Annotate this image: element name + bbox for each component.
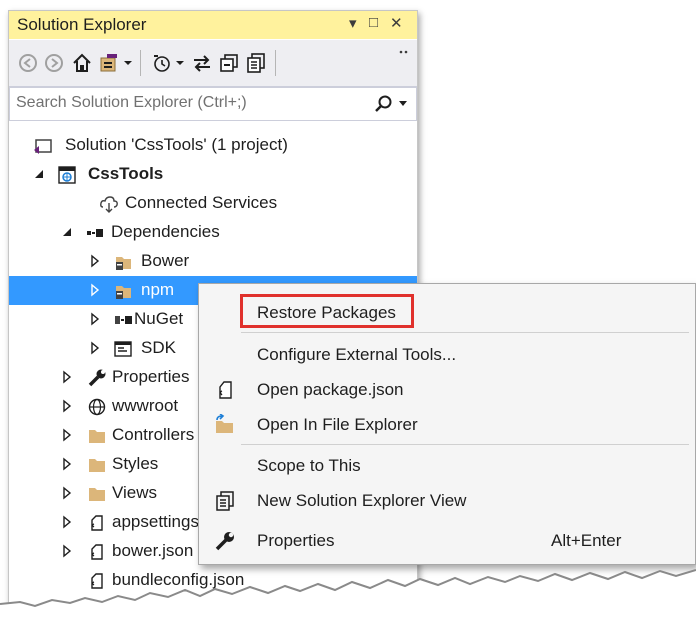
tree-item-project[interactable]: CssTools	[9, 160, 417, 189]
folder-package-icon	[116, 286, 131, 299]
collapsed-arrow-icon[interactable]	[61, 544, 73, 558]
tree-item-label: Views	[112, 483, 158, 502]
tree-item-label: npm	[141, 280, 175, 299]
tree-item-bower[interactable]: Bower	[9, 247, 417, 276]
menu-item-open-in-file-explorer[interactable]: Open In File Explorer	[200, 408, 694, 442]
title-bar: Solution Explorer ▾ □ ✕	[9, 11, 417, 39]
nuget-icon	[115, 316, 132, 324]
collapsed-arrow-icon[interactable]	[89, 341, 101, 355]
tree-item-solution[interactable]: Solution 'CssTools' (1 project)	[9, 131, 417, 160]
highlight-box	[240, 294, 414, 328]
chevron-down-icon[interactable]	[398, 100, 408, 108]
connected-services-icon	[100, 196, 118, 213]
folder-arrow-icon	[216, 414, 233, 433]
overflow-icon[interactable]	[397, 48, 411, 58]
collapsed-arrow-icon[interactable]	[61, 457, 73, 471]
tree-item-label: Properties	[112, 367, 190, 386]
toolbar	[9, 40, 417, 87]
pending-changes-filter-icon[interactable]	[151, 52, 173, 74]
menu-item-configure-external-tools[interactable]: Configure External Tools...	[200, 338, 694, 372]
menu-item-label: Open In File Explorer	[257, 415, 418, 434]
wrench-icon	[215, 532, 234, 551]
tree-item-label: bower.json	[112, 541, 194, 560]
folder-icon	[89, 488, 105, 501]
expanded-arrow-icon[interactable]	[61, 225, 73, 239]
expanded-arrow-icon[interactable]	[33, 167, 45, 181]
search-icon[interactable]	[374, 94, 394, 114]
menu-item-label: New Solution Explorer View	[257, 491, 467, 510]
json-file-icon	[91, 544, 103, 560]
collapsed-arrow-icon[interactable]	[89, 312, 101, 326]
collapsed-arrow-icon[interactable]	[61, 428, 73, 442]
solution-icon	[34, 139, 52, 154]
torn-edge-decoration	[0, 569, 696, 617]
tree-item-label: wwwroot	[112, 396, 179, 415]
tree-item-label: Controllers	[112, 425, 195, 444]
menu-item-label: Open package.json	[257, 380, 404, 399]
panel-title: Solution Explorer	[17, 15, 147, 34]
folder-icon	[89, 459, 105, 472]
collapsed-arrow-icon[interactable]	[89, 254, 101, 268]
toolbar-divider	[275, 50, 276, 76]
dropdown-icon[interactable]: ▾	[349, 14, 357, 32]
toolbar-divider	[140, 50, 141, 76]
tree-item-label: NuGet	[134, 309, 184, 328]
collapsed-arrow-icon[interactable]	[61, 370, 73, 384]
search-box	[9, 87, 417, 121]
sdk-icon	[114, 341, 132, 357]
collapse-all-icon[interactable]	[218, 52, 240, 74]
menu-item-new-solution-explorer-view[interactable]: New Solution Explorer View	[200, 484, 694, 518]
tree-item-label: Bower	[141, 251, 190, 270]
menu-item-properties[interactable]: Properties Alt+Enter	[200, 524, 694, 558]
show-all-files-icon[interactable]	[245, 52, 267, 74]
tree-item-label: Solution 'CssTools' (1 project)	[65, 135, 288, 154]
tree-item-label: Connected Services	[125, 193, 278, 212]
collapsed-arrow-icon[interactable]	[61, 515, 73, 529]
maximize-icon[interactable]: □	[369, 14, 378, 31]
forward-icon[interactable]	[43, 52, 65, 74]
menu-separator	[241, 444, 689, 445]
collapsed-arrow-icon[interactable]	[61, 399, 73, 413]
switch-views-icon[interactable]	[99, 52, 121, 74]
menu-item-open-package-json[interactable]: Open package.json	[200, 373, 694, 407]
collapsed-arrow-icon[interactable]	[61, 486, 73, 500]
tree-item-label: Styles	[112, 454, 159, 473]
menu-item-shortcut: Alt+Enter	[551, 531, 622, 550]
web-project-icon	[58, 166, 76, 184]
chevron-down-icon[interactable]	[174, 52, 186, 74]
context-menu: Restore Packages Configure External Tool…	[198, 283, 696, 565]
search-input[interactable]	[16, 92, 356, 114]
sync-with-document-icon[interactable]	[191, 52, 213, 74]
new-view-icon	[216, 491, 234, 511]
tree-item-label: Dependencies	[111, 222, 220, 241]
menu-separator	[241, 332, 689, 333]
tree-item-connected-services[interactable]: Connected Services	[9, 189, 417, 218]
folder-icon	[89, 430, 105, 443]
menu-item-scope-to-this[interactable]: Scope to This	[200, 449, 694, 483]
back-icon[interactable]	[17, 52, 39, 74]
chevron-down-icon[interactable]	[122, 52, 134, 74]
home-icon[interactable]	[71, 52, 93, 74]
dependencies-icon	[87, 229, 103, 237]
wrench-icon	[88, 369, 106, 387]
json-file-icon	[219, 381, 232, 399]
close-icon[interactable]: ✕	[390, 14, 403, 32]
menu-item-label: Configure External Tools...	[257, 345, 457, 364]
tree-item-label: CssTools	[88, 164, 164, 183]
globe-icon	[88, 398, 106, 416]
tree-item-dependencies[interactable]: Dependencies	[9, 218, 417, 247]
menu-item-label: Scope to This	[257, 456, 361, 475]
collapsed-arrow-icon[interactable]	[89, 283, 101, 297]
folder-package-icon	[116, 257, 131, 270]
json-file-icon	[91, 515, 103, 531]
menu-item-label: Properties	[257, 531, 335, 550]
tree-item-label: SDK	[141, 338, 176, 357]
